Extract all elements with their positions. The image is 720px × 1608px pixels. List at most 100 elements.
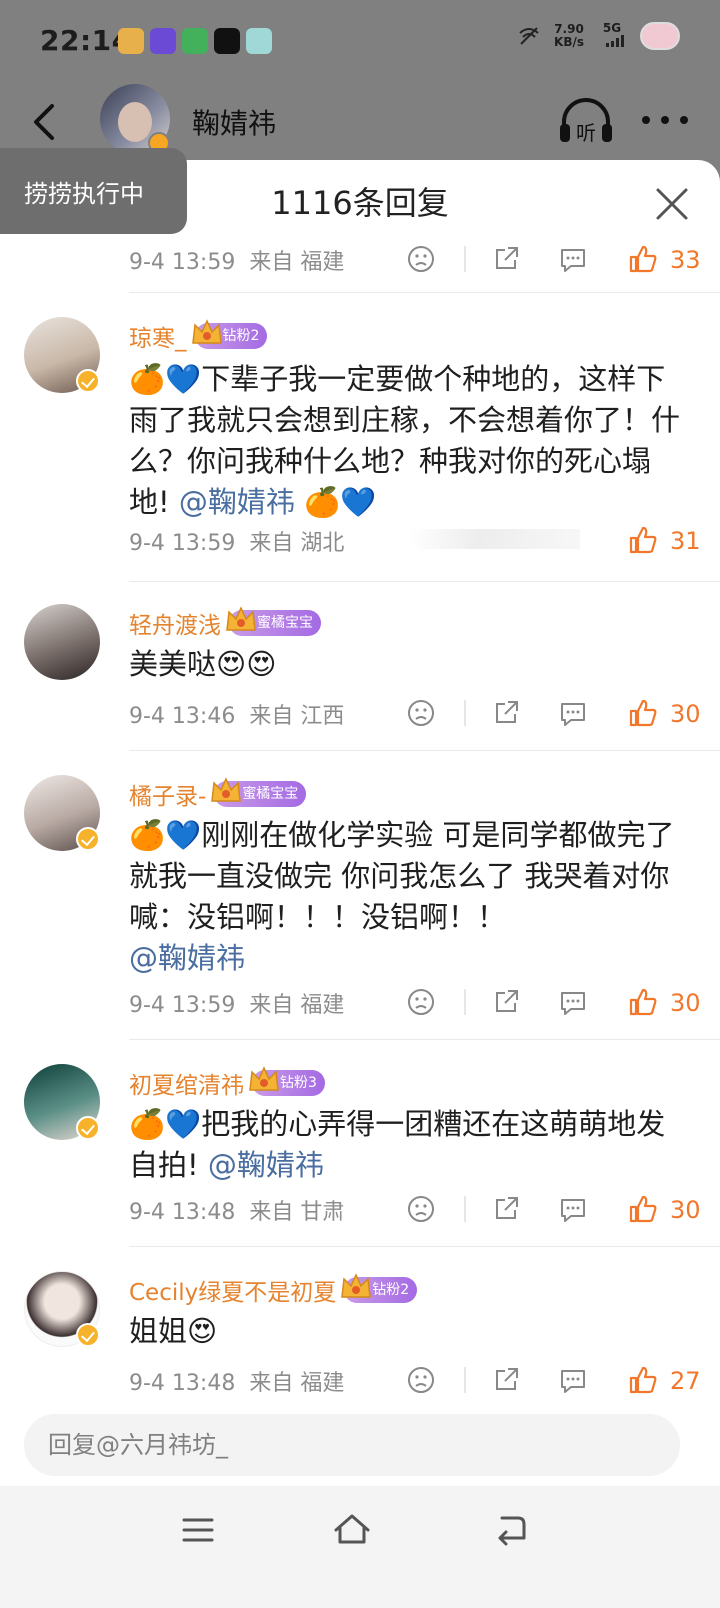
like-thumb-icon[interactable] <box>626 1192 660 1226</box>
comment-item[interactable]: 橘子录- 蜜橘宝宝 🍊💙刚刚在做化学实验 可是同学都做完了 就我一直没做完 你问… <box>0 751 720 1039</box>
comment-date-location: 9-4 13:59 来自 福建 <box>129 987 344 1019</box>
comment-body: 美美哒😍😍 <box>129 647 277 681</box>
system-icons: 7.90 KB/s 5G <box>518 22 680 50</box>
comment-date: 9-4 13:59 <box>129 531 236 556</box>
comment-meta: 9-4 13:48 来自 福建 27 <box>0 1357 720 1407</box>
menu-icon[interactable] <box>176 1508 220 1552</box>
mention-link[interactable]: @鞠婧祎 <box>179 485 295 519</box>
commenter-avatar[interactable] <box>24 604 100 680</box>
comment-date-location: 9-4 13:46 来自 江西 <box>129 698 344 730</box>
comment-icon[interactable] <box>556 242 590 276</box>
gallery-app-icon <box>246 28 272 54</box>
comment-item[interactable]: 轻舟渡浅 蜜橘宝宝 美美哒😍😍 9-4 13:46 来自 江西 30 <box>0 582 720 750</box>
replies-sheet: 1116条回复 9-4 13:59 来自 福建 33 琼寒_ 钻粉2 🍊💙下辈子… <box>0 160 720 1608</box>
emoji: 🍊💙 <box>129 1107 202 1141</box>
comment-item[interactable]: Cecily绿夏不是初夏 钻粉2 姐姐😍 9-4 13:48 来自 福建 27 <box>0 1247 720 1415</box>
commenter-name[interactable]: Cecily绿夏不是初夏 <box>129 1273 336 1307</box>
fan-badge-label: 蜜橘宝宝 <box>242 786 299 802</box>
comment-actions: 30 <box>404 1192 704 1228</box>
theme-app-icon <box>150 28 176 54</box>
commenter-name[interactable]: 初夏绾清祎 <box>129 1066 244 1100</box>
comment-item[interactable]: 琼寒_ 钻粉2 🍊💙下辈子我一定要做个种地的，这样下雨了我就只会想到庄稼，不会想… <box>0 293 720 581</box>
commenter-name[interactable]: 轻舟渡浅 <box>129 606 221 640</box>
net-speed: 7.90 KB/s <box>554 23 584 49</box>
like-thumb-icon[interactable] <box>626 985 660 1019</box>
comment-meta: 9-4 13:48 来自 甘肃 30 <box>0 1186 720 1236</box>
comment-meta: 9-4 13:59 来自 福建 33 <box>0 245 720 292</box>
like-thumb-icon[interactable] <box>626 1363 660 1397</box>
share-icon[interactable] <box>489 242 523 276</box>
fan-level-badge: 钻粉3 <box>249 1066 325 1096</box>
fan-level-badge: 钻粉2 <box>341 1273 418 1303</box>
comment-location: 来自 甘肃 <box>249 1200 345 1225</box>
mention-link[interactable]: @鞠婧祎 <box>129 941 245 975</box>
home-icon[interactable] <box>330 1508 374 1552</box>
comment-icon[interactable] <box>556 696 590 730</box>
like-count: 27 <box>670 1367 701 1395</box>
emoji-suffix: 🍊💙 <box>294 485 377 519</box>
video-app-icon <box>182 28 208 54</box>
fan-level-badge: 蜜橘宝宝 <box>226 606 321 636</box>
comment-actions: 27 <box>404 1363 704 1399</box>
fan-badge-label: 钻粉3 <box>280 1075 317 1091</box>
comment-item[interactable]: 初夏绾清祎 钻粉3 🍊💙把我的心弄得一团糟还在这萌萌地发自拍! @鞠婧祎 9-4… <box>0 1040 720 1246</box>
comment-text: 🍊💙刚刚在做化学实验 可是同学都做完了 就我一直没做完 你问我怎么了 我哭着对你… <box>129 815 689 979</box>
commenter-name[interactable]: 琼寒_ <box>129 319 187 353</box>
mention-link[interactable]: @鞠婧祎 <box>208 1148 324 1182</box>
dislike-face-icon[interactable] <box>404 242 438 276</box>
toast-message: 捞捞执行中 <box>0 148 187 234</box>
comment-date: 9-4 13:59 <box>129 250 236 275</box>
comment-icon[interactable] <box>556 1192 590 1226</box>
comment-body: 刚刚在做化学实验 可是同学都做完了 就我一直没做完 你问我怎么了 我哭着对你喊：… <box>129 818 675 934</box>
like-count: 31 <box>670 527 701 555</box>
verified-badge-icon <box>76 1116 100 1140</box>
commenter-name[interactable]: 橘子录- <box>129 777 206 811</box>
battery-icon <box>640 22 680 50</box>
comment-date: 9-4 13:48 <box>129 1371 236 1396</box>
comment-meta: 9-4 13:46 来自 江西 30 <box>0 690 720 740</box>
author-name[interactable]: 鞠婧祎 <box>192 102 276 142</box>
comment-location: 来自 湖北 <box>249 531 345 556</box>
signal-indicator: 5G <box>598 22 626 50</box>
signal-bars-icon <box>606 35 624 47</box>
share-icon[interactable] <box>489 1192 523 1226</box>
back-icon[interactable] <box>488 1508 532 1552</box>
replies-list: 9-4 13:59 来自 福建 33 琼寒_ 钻粉2 🍊💙下辈子我一定要做个种地… <box>0 245 720 1415</box>
comment-actions: 30 <box>404 985 704 1021</box>
more-options-icon[interactable] <box>640 112 690 128</box>
dislike-face-icon[interactable] <box>404 1192 438 1226</box>
comment-date: 9-4 13:59 <box>129 993 236 1018</box>
like-count: 33 <box>670 246 701 274</box>
dislike-face-icon[interactable] <box>404 696 438 730</box>
reply-input[interactable]: 回复@六月祎坊_ <box>24 1414 680 1476</box>
share-icon[interactable] <box>489 985 523 1019</box>
status-bar: 22:14 7.90 KB/s 5G <box>0 0 720 82</box>
headphones-listen-icon[interactable]: 听 <box>556 96 616 146</box>
share-icon[interactable] <box>489 696 523 730</box>
comment-icon[interactable] <box>556 985 590 1019</box>
comment-date-location: 9-4 13:59 来自 湖北 <box>129 525 344 557</box>
emoji: 🍊💙 <box>129 818 202 852</box>
net-speed-unit: KB/s <box>554 35 584 49</box>
fan-badge-label: 蜜橘宝宝 <box>257 615 313 631</box>
weibo-icon <box>118 28 144 54</box>
comment-location: 来自 福建 <box>249 1371 345 1396</box>
notification-icons <box>118 28 272 54</box>
no-signal-icon <box>519 27 539 45</box>
comment-date-location: 9-4 13:48 来自 福建 <box>129 1365 344 1397</box>
verified-badge-icon <box>76 369 100 393</box>
close-icon[interactable] <box>654 186 690 222</box>
dislike-face-icon[interactable] <box>404 1363 438 1397</box>
share-icon[interactable] <box>489 1363 523 1397</box>
comment-text: 美美哒😍😍 <box>129 644 689 685</box>
commenter-header: 初夏绾清祎 钻粉3 <box>129 1066 325 1100</box>
like-count: 30 <box>670 1196 701 1224</box>
like-thumb-icon[interactable] <box>626 523 660 557</box>
comment-icon[interactable] <box>556 1363 590 1397</box>
dislike-face-icon[interactable] <box>404 985 438 1019</box>
like-thumb-icon[interactable] <box>626 696 660 730</box>
back-arrow-icon[interactable] <box>26 100 66 144</box>
comment-date-location: 9-4 13:48 来自 甘肃 <box>129 1194 344 1226</box>
crown-icon <box>211 777 242 802</box>
like-thumb-icon[interactable] <box>626 242 660 276</box>
